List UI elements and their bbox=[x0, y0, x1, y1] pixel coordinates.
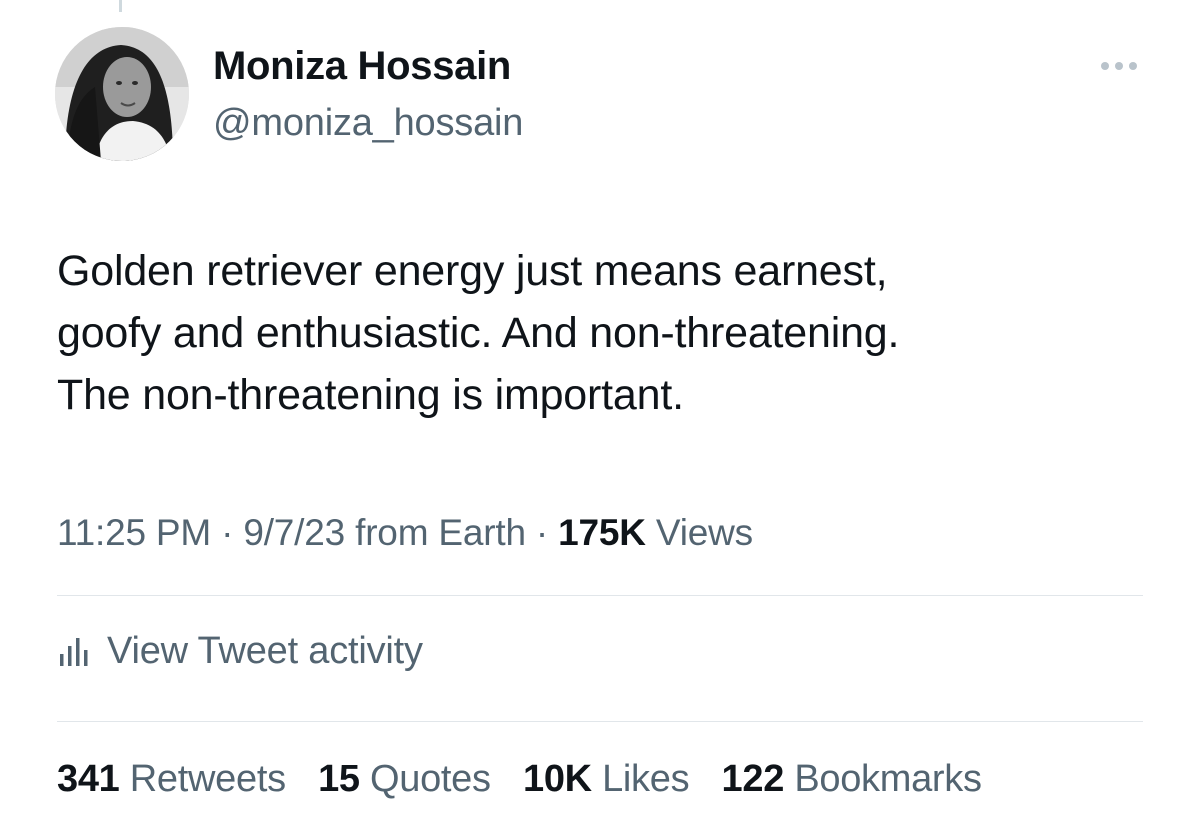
meta-separator: · bbox=[221, 512, 234, 553]
more-horizontal-icon bbox=[1101, 62, 1109, 70]
more-horizontal-icon bbox=[1115, 62, 1123, 70]
views-label: Views bbox=[655, 512, 753, 553]
view-tweet-activity-label: View Tweet activity bbox=[107, 630, 423, 672]
quotes-stat[interactable]: 15 Quotes bbox=[318, 758, 491, 801]
bar-chart-icon bbox=[60, 637, 88, 666]
bookmarks-label: Bookmarks bbox=[794, 758, 982, 800]
tweet-text: Golden retriever energy just means earne… bbox=[57, 240, 1157, 426]
author-name[interactable]: Moniza Hossain bbox=[213, 44, 511, 89]
meta-separator: · bbox=[535, 512, 549, 553]
tweet-date[interactable]: 9/7/23 bbox=[243, 512, 345, 553]
avatar-image bbox=[55, 27, 189, 161]
quotes-label: Quotes bbox=[370, 758, 491, 800]
views-count: 175K bbox=[558, 512, 646, 553]
divider bbox=[57, 721, 1143, 722]
view-tweet-activity-button[interactable]: View Tweet activity bbox=[57, 630, 423, 673]
tweet-stats: 341 Retweets 15 Quotes 10K Likes 122 Boo… bbox=[57, 758, 1004, 801]
bookmarks-count: 122 bbox=[721, 758, 785, 800]
retweets-label: Retweets bbox=[129, 758, 286, 800]
likes-stat[interactable]: 10K Likes bbox=[522, 758, 690, 801]
likes-label: Likes bbox=[602, 758, 690, 800]
likes-count: 10K bbox=[522, 758, 592, 800]
tweet-source: from Earth bbox=[355, 512, 526, 553]
retweets-stat[interactable]: 341 Retweets bbox=[57, 758, 286, 801]
tweet-text-line: Golden retriever energy just means earne… bbox=[57, 247, 888, 295]
bookmarks-stat[interactable]: 122 Bookmarks bbox=[722, 758, 982, 801]
retweets-count: 341 bbox=[57, 758, 120, 800]
tweet-time[interactable]: 11:25 PM bbox=[57, 512, 211, 553]
tweet-text-line: The non-threatening is important. bbox=[57, 371, 684, 419]
thread-connector-line bbox=[119, 0, 122, 12]
more-horizontal-icon bbox=[1129, 62, 1137, 70]
author-handle[interactable]: @moniza_hossain bbox=[213, 102, 523, 145]
divider bbox=[57, 595, 1143, 596]
quotes-count: 15 bbox=[318, 758, 360, 800]
tweet-meta: 11:25 PM · 9/7/23 from Earth · 175K View… bbox=[57, 512, 753, 554]
avatar[interactable] bbox=[55, 27, 189, 161]
tweet-text-line: goofy and enthusiastic. And non-threaten… bbox=[57, 309, 900, 357]
more-options-button[interactable] bbox=[1094, 52, 1144, 80]
